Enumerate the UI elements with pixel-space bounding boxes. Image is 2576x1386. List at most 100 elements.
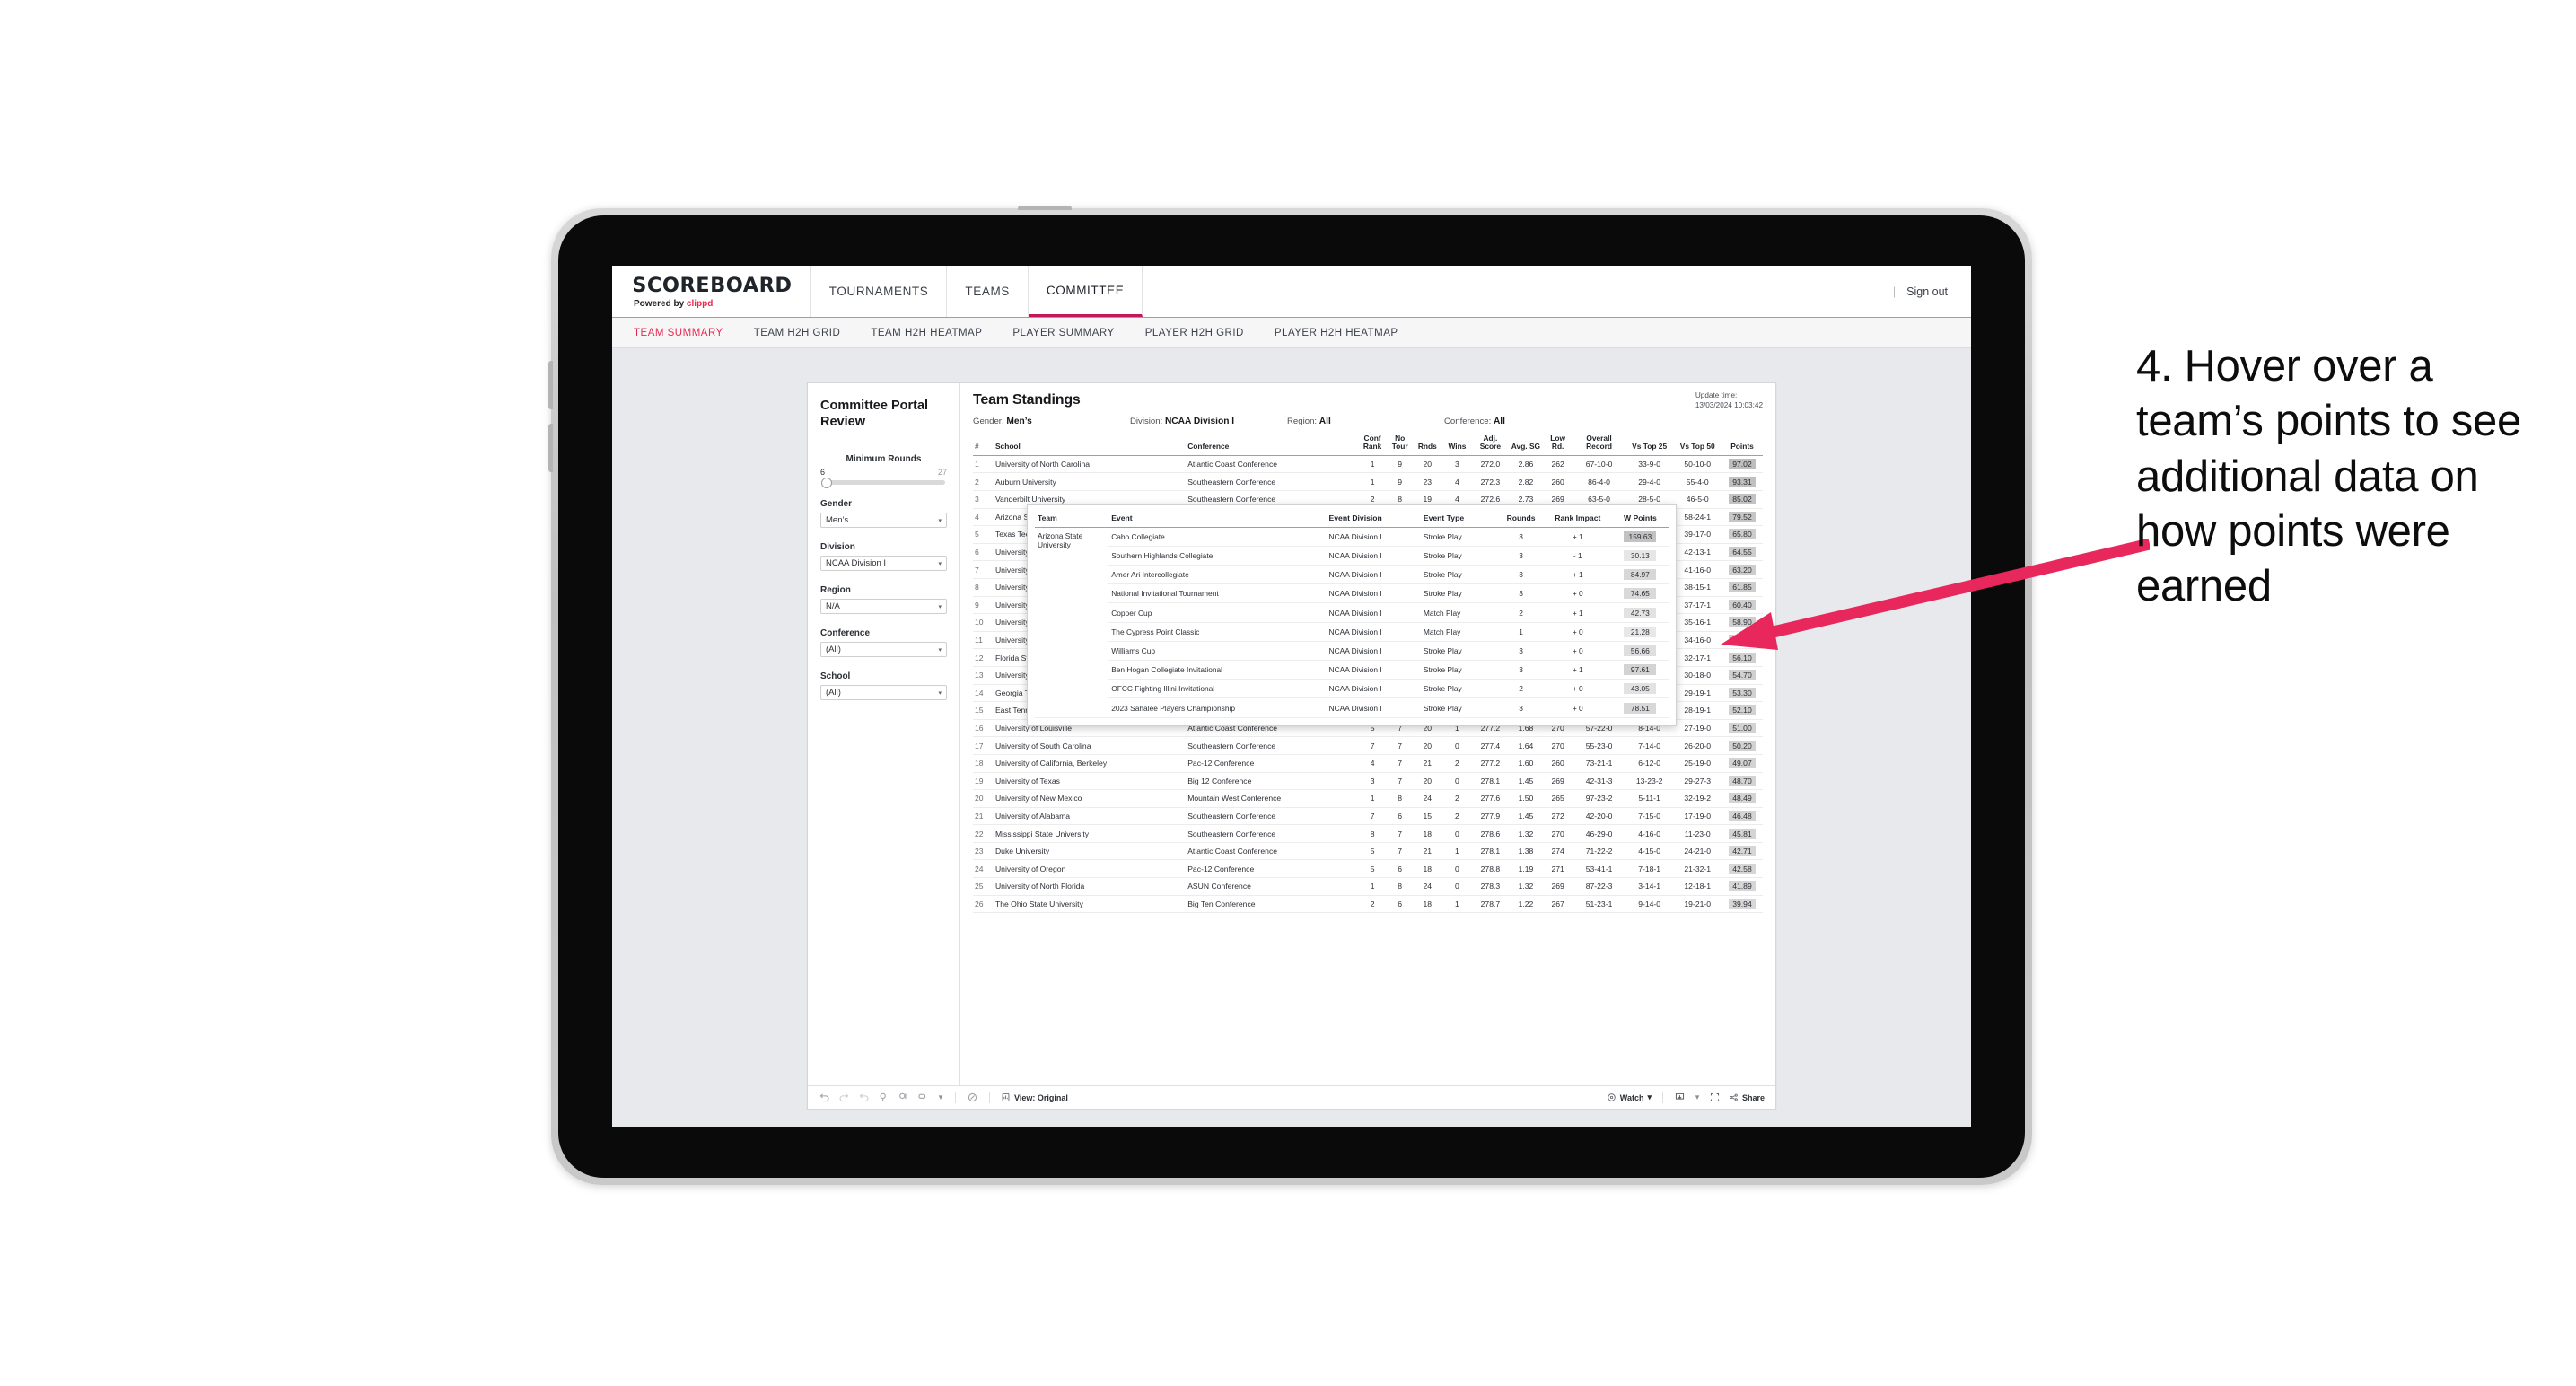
tab-team-h2h-grid[interactable]: TEAM H2H GRID bbox=[754, 328, 841, 338]
pause-auto-updates-icon[interactable] bbox=[898, 1092, 909, 1103]
cell-points[interactable]: 93.31 bbox=[1722, 472, 1763, 491]
table-row[interactable]: 24 University of Oregon Pac-12 Conference 5… bbox=[973, 859, 1763, 879]
table-row[interactable]: 2 Auburn University Southeastern Conferenc… bbox=[973, 472, 1763, 491]
cell-points[interactable]: 51.00 bbox=[1722, 719, 1763, 738]
tab-team-h2h-heatmap[interactable]: TEAM H2H HEATMAP bbox=[871, 328, 982, 338]
conference-select[interactable]: (All) ▾ bbox=[820, 642, 947, 658]
table-row[interactable]: 23 Duke University Atlantic Coast Conferen… bbox=[973, 842, 1763, 861]
cell-points[interactable]: 49.07 bbox=[1722, 754, 1763, 773]
volume-down-button[interactable] bbox=[548, 424, 553, 472]
points-value: 41.89 bbox=[1729, 881, 1756, 892]
cell-overall-record: 67-10-0 bbox=[1573, 455, 1625, 474]
refresh-icon[interactable] bbox=[878, 1092, 889, 1103]
cell-points[interactable]: 48.70 bbox=[1722, 772, 1763, 791]
cell-points[interactable]: 54.70 bbox=[1722, 666, 1763, 685]
col-conf-rank[interactable]: Conf Rank bbox=[1357, 432, 1388, 456]
cell-points[interactable]: 39.94 bbox=[1722, 895, 1763, 914]
points-value: 45.81 bbox=[1729, 828, 1756, 839]
power-button[interactable] bbox=[1018, 206, 1072, 210]
region-select[interactable]: N/A ▾ bbox=[820, 599, 947, 615]
cell-adj-score: 272.3 bbox=[1472, 472, 1509, 491]
view-original-label: View: Original bbox=[1014, 1092, 1068, 1102]
nav-item-tournaments[interactable]: TOURNAMENTS bbox=[811, 266, 948, 317]
redo-icon[interactable] bbox=[838, 1092, 850, 1103]
cell-points[interactable]: 85.02 bbox=[1722, 490, 1763, 509]
cell-points[interactable]: 46.48 bbox=[1722, 807, 1763, 826]
col-avg-sg[interactable]: Avg. SG bbox=[1508, 432, 1544, 456]
cell-points[interactable]: 65.80 bbox=[1722, 525, 1763, 544]
cell-points[interactable]: 61.85 bbox=[1722, 578, 1763, 597]
tab-team-summary[interactable]: TEAM SUMMARY bbox=[634, 328, 723, 338]
tab-player-h2h-grid[interactable]: PLAYER H2H GRID bbox=[1145, 328, 1244, 338]
brand-logo[interactable]: SCOREBOARD Powered by clippd bbox=[612, 266, 811, 317]
division-select[interactable]: NCAA Division I ▾ bbox=[820, 556, 947, 572]
download-caret-icon[interactable]: ▾ bbox=[1694, 1092, 1701, 1103]
cell-points[interactable]: 97.02 bbox=[1722, 455, 1763, 474]
col-vs-top-50[interactable]: Vs Top 50 bbox=[1673, 432, 1722, 456]
share-button[interactable]: Share bbox=[1729, 1092, 1765, 1102]
highlight-icon[interactable] bbox=[917, 1092, 929, 1103]
slider-handle[interactable] bbox=[821, 477, 832, 488]
tab-player-summary[interactable]: PLAYER SUMMARY bbox=[1012, 328, 1114, 338]
nav-item-committee[interactable]: COMMITTEE bbox=[1028, 266, 1143, 317]
clear-sheet-icon[interactable] bbox=[967, 1092, 978, 1103]
col-wins[interactable]: Wins bbox=[1441, 432, 1473, 456]
tt-col-event-type: Event Type bbox=[1420, 511, 1499, 528]
highlight-caret-icon[interactable]: ▾ bbox=[937, 1092, 944, 1103]
cell-points[interactable]: 52.10 bbox=[1722, 701, 1763, 720]
cell-points[interactable]: 48.49 bbox=[1722, 789, 1763, 808]
col-overall-record[interactable]: Overall Record bbox=[1573, 432, 1625, 456]
cell-no-tour: 9 bbox=[1387, 455, 1413, 474]
cell-points[interactable]: 50.20 bbox=[1722, 736, 1763, 755]
tab-player-h2h-heatmap[interactable]: PLAYER H2H HEATMAP bbox=[1275, 328, 1398, 338]
chevron-down-icon: ▾ bbox=[938, 603, 942, 610]
col-rank[interactable]: # bbox=[973, 432, 994, 456]
col-conference[interactable]: Conference bbox=[1186, 432, 1358, 456]
col-school[interactable]: School bbox=[993, 432, 1187, 456]
cell-points[interactable]: 60.40 bbox=[1722, 596, 1763, 615]
watch-button[interactable]: Watch ▾ bbox=[1607, 1092, 1652, 1102]
cell-points[interactable]: 58.90 bbox=[1722, 613, 1763, 632]
download-icon[interactable] bbox=[1674, 1092, 1686, 1103]
col-rnds[interactable]: Rnds bbox=[1412, 432, 1442, 456]
cell-points[interactable]: 56.10 bbox=[1722, 648, 1763, 667]
view-original-button[interactable]: View: Original bbox=[1001, 1092, 1068, 1102]
sign-out-link[interactable]: Sign out bbox=[1906, 285, 1948, 298]
undo-icon[interactable] bbox=[819, 1092, 830, 1103]
table-row[interactable]: 18 University of California, Berkeley Pac-… bbox=[973, 754, 1763, 773]
cell-points[interactable]: 79.52 bbox=[1722, 508, 1763, 527]
table-row[interactable]: 19 University of Texas Big 12 Conference 3 7… bbox=[973, 772, 1763, 791]
nav-item-teams[interactable]: TEAMS bbox=[947, 266, 1029, 317]
cell-low-rd: 271 bbox=[1543, 859, 1573, 879]
school-select[interactable]: (All) ▾ bbox=[820, 685, 947, 701]
table-row[interactable]: 20 University of New Mexico Mountain West … bbox=[973, 789, 1763, 808]
cell-points[interactable]: 42.71 bbox=[1722, 842, 1763, 861]
col-no-tour[interactable]: No Tour bbox=[1387, 432, 1413, 456]
table-row[interactable]: 17 University of South Carolina Southeaste… bbox=[973, 736, 1763, 755]
crumb-division-value: NCAA Division I bbox=[1164, 417, 1235, 426]
cell-points[interactable]: 64.55 bbox=[1722, 543, 1763, 562]
tooltip-row: 2023 Sahalee Players Championship NCAA Di… bbox=[1035, 697, 1669, 718]
col-low-rd[interactable]: Low Rd. bbox=[1543, 432, 1573, 456]
table-row[interactable]: 26 The Ohio State University Big Ten Confe… bbox=[973, 895, 1763, 914]
fullscreen-icon[interactable] bbox=[1709, 1092, 1721, 1103]
cell-points[interactable]: 63.20 bbox=[1722, 560, 1763, 579]
gender-select[interactable]: Men’s ▾ bbox=[820, 513, 947, 529]
cell-points[interactable]: 45.81 bbox=[1722, 824, 1763, 843]
cell-points[interactable]: 41.89 bbox=[1722, 877, 1763, 896]
volume-up-button[interactable] bbox=[548, 361, 553, 409]
minimum-rounds-slider[interactable] bbox=[821, 477, 945, 488]
table-row[interactable]: 25 University of North Florida ASUN Confer… bbox=[973, 877, 1763, 896]
cell-points[interactable]: 42.58 bbox=[1722, 859, 1763, 879]
revert-icon[interactable] bbox=[858, 1092, 870, 1103]
cell-points[interactable]: 57.60 bbox=[1722, 631, 1763, 650]
col-vs-top-25[interactable]: Vs Top 25 bbox=[1625, 432, 1674, 456]
table-row[interactable]: 1 University of North Carolina Atlantic Co… bbox=[973, 455, 1763, 474]
col-adj-score[interactable]: Adj. Score bbox=[1472, 432, 1509, 456]
crumb-gender-label: Gender: bbox=[973, 417, 1004, 426]
tooltip-row: Arizona State University Cabo Collegiate N… bbox=[1035, 527, 1669, 718]
table-row[interactable]: 21 University of Alabama Southeastern Conf… bbox=[973, 807, 1763, 826]
table-row[interactable]: 22 Mississippi State University Southeaste… bbox=[973, 824, 1763, 843]
col-points[interactable]: Points bbox=[1722, 432, 1763, 456]
cell-points[interactable]: 53.30 bbox=[1722, 684, 1763, 703]
